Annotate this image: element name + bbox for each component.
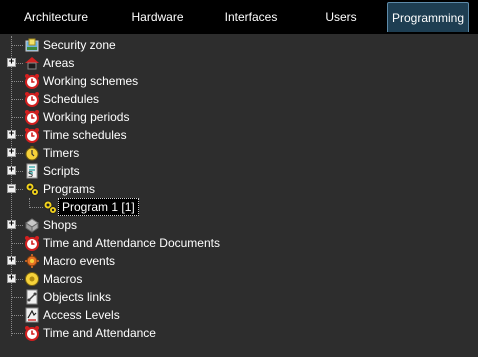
tree-child-item[interactable]: Program 1 [1] [0, 198, 478, 216]
tree-item-label: Time and Attendance Documents [43, 236, 220, 250]
security-zone-icon [24, 37, 40, 53]
tree-item[interactable]: Access Levels [0, 306, 478, 324]
tree-item-label: Timers [43, 146, 80, 160]
link-icon [24, 289, 40, 305]
tab-users[interactable]: Users [297, 2, 385, 32]
tree-item[interactable]: Time and Attendance [0, 324, 478, 342]
tree-item-label: Shops [43, 218, 78, 232]
stopwatch-icon [24, 145, 40, 161]
tab-hardware[interactable]: Hardware [110, 2, 205, 32]
tree-item[interactable]: Working periods [0, 108, 478, 126]
expand-toggle[interactable]: + [7, 220, 16, 229]
expand-toggle[interactable]: + [7, 148, 16, 157]
object-tree: Security zone + Areas Working schemes Schedu… [0, 34, 478, 357]
expand-toggle[interactable]: + [7, 166, 16, 175]
alarm-clock-icon [24, 91, 40, 107]
tree-item-label: Macro events [43, 254, 116, 268]
tree-item[interactable]: + Scripts [0, 162, 478, 180]
alarm-clock-icon [24, 127, 40, 143]
tree-connector [12, 117, 23, 118]
alarm-clock-icon [24, 235, 40, 251]
tree-item[interactable]: Objects links [0, 288, 478, 306]
tree-item[interactable]: + Macro events [0, 252, 478, 270]
tree-connector [12, 81, 23, 82]
tree-item[interactable]: + Areas [0, 54, 478, 72]
expand-toggle[interactable]: + [7, 274, 16, 283]
tree-item[interactable]: + Shops [0, 216, 478, 234]
tree-connector [12, 315, 23, 316]
expand-toggle[interactable]: + [7, 130, 16, 139]
expand-toggle[interactable]: + [7, 256, 16, 265]
tree-item-label: Working periods [43, 110, 130, 124]
tree-connector [12, 243, 23, 244]
house-icon [24, 55, 40, 71]
tree-connector [12, 99, 23, 100]
tree-item-label: Program 1 [1] [58, 198, 139, 216]
tree-item-label: Time schedules [43, 128, 127, 142]
tab-interfaces[interactable]: Interfaces [205, 2, 297, 32]
tree-connector [12, 45, 23, 46]
expand-toggle[interactable]: + [7, 58, 16, 67]
alarm-clock-icon [24, 325, 40, 341]
gears-icon [24, 181, 40, 197]
macro-event-icon [24, 253, 40, 269]
tree-item-label: Schedules [43, 92, 100, 106]
tab-programming[interactable]: Programming [387, 2, 469, 32]
alarm-clock-icon [24, 109, 40, 125]
tree-item[interactable]: Time and Attendance Documents [0, 234, 478, 252]
shop-icon [24, 217, 40, 233]
gears-icon [42, 199, 58, 215]
alarm-clock-icon [24, 73, 40, 89]
tree-item[interactable]: + Macros [0, 270, 478, 288]
tree-connector [12, 333, 23, 334]
tree-connector [12, 297, 23, 298]
tree-item-label: Working schemes [43, 74, 139, 88]
tree-item-label: Security zone [43, 38, 116, 52]
tab-architecture[interactable]: Architecture [2, 2, 110, 32]
collapse-toggle[interactable]: − [7, 184, 16, 193]
tree-item-label: Objects links [43, 290, 112, 304]
access-level-icon [24, 307, 40, 323]
tree-item[interactable]: Security zone [0, 36, 478, 54]
tree-connector [29, 207, 43, 208]
tree-item-label: Areas [43, 56, 75, 70]
tree-item[interactable]: − Programs [0, 180, 478, 198]
tree-item-label: Macros [43, 272, 83, 286]
tree-item[interactable]: Working schemes [0, 72, 478, 90]
tree-item-label: Programs [43, 182, 96, 196]
tree-item[interactable]: + Timers [0, 144, 478, 162]
tree-item-label: Access Levels [43, 308, 120, 322]
tree-item-label: Time and Attendance [43, 326, 156, 340]
tree-item[interactable]: + Time schedules [0, 126, 478, 144]
macro-icon [24, 271, 40, 287]
tree-item[interactable]: Schedules [0, 90, 478, 108]
script-icon [24, 163, 40, 179]
tab-bar: Architecture Hardware Interfaces Users P… [0, 0, 478, 34]
tree-item-label: Scripts [43, 164, 80, 178]
